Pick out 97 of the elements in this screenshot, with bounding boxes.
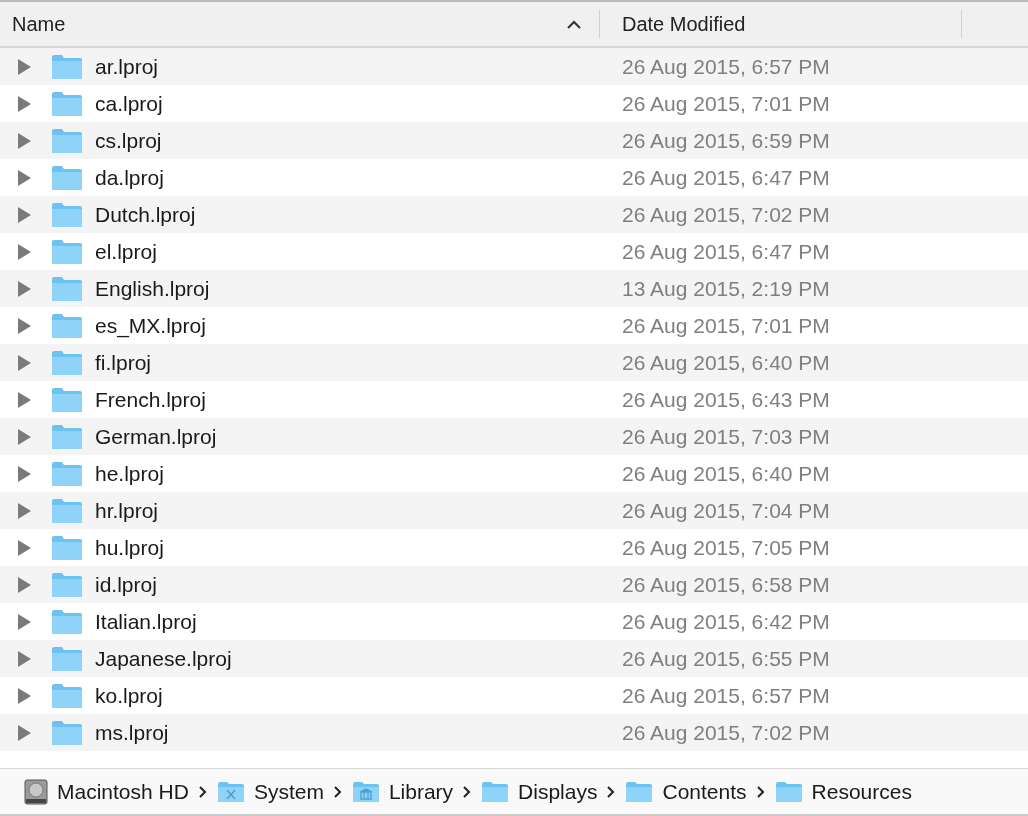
date-modified: 26 Aug 2015, 7:03 PM (621, 424, 830, 449)
folder-icon (51, 312, 83, 339)
path-item[interactable]: Resources (774, 779, 912, 804)
file-name: Japanese.lproj (95, 646, 232, 671)
path-item[interactable]: System (216, 779, 324, 804)
disclosure-triangle-icon[interactable] (17, 539, 31, 556)
file-name: el.lproj (95, 239, 157, 264)
disclosure-triangle-icon[interactable] (17, 243, 31, 260)
file-name: Dutch.lproj (95, 202, 196, 227)
file-name: da.lproj (95, 165, 164, 190)
folder-icon (51, 201, 83, 228)
date-modified: 26 Aug 2015, 7:02 PM (621, 720, 830, 745)
file-name: hr.lproj (95, 498, 159, 523)
folder-icon (51, 719, 83, 746)
disclosure-triangle-icon[interactable] (17, 613, 31, 630)
folder-icon (51, 386, 83, 413)
folder-icon (51, 349, 83, 376)
file-name: ms.lproj (95, 720, 169, 745)
disclosure-triangle-icon[interactable] (17, 428, 31, 445)
folder-icon (51, 534, 83, 561)
file-name: English.lproj (95, 276, 210, 301)
file-name: French.lproj (95, 387, 206, 412)
folder-icon (51, 571, 83, 598)
disclosure-triangle-icon[interactable] (17, 95, 31, 112)
date-modified: 26 Aug 2015, 6:43 PM (621, 387, 830, 412)
path-item[interactable]: Macintosh HD (24, 778, 189, 805)
chevron-icon (463, 785, 472, 798)
file-name: hu.lproj (95, 535, 164, 560)
disclosure-triangle-icon[interactable] (17, 502, 31, 519)
date-modified: 26 Aug 2015, 6:40 PM (621, 350, 830, 375)
disclosure-triangle-icon[interactable] (17, 280, 31, 297)
date-modified: 26 Aug 2015, 6:47 PM (621, 239, 830, 264)
disclosure-triangle-icon[interactable] (17, 465, 31, 482)
file-name: German.lproj (95, 424, 217, 449)
folder-icon (51, 275, 83, 302)
disclosure-triangle-icon[interactable] (17, 650, 31, 667)
folder-icon (51, 164, 83, 191)
date-modified: 26 Aug 2015, 6:47 PM (621, 165, 830, 190)
folder-icon (51, 238, 83, 265)
file-name: es_MX.lproj (95, 313, 206, 338)
chevron-icon (198, 785, 207, 798)
date-modified: 26 Aug 2015, 6:58 PM (621, 572, 830, 597)
date-modified: 26 Aug 2015, 7:01 PM (621, 313, 830, 338)
file-name: he.lproj (95, 461, 164, 486)
date-modified: 26 Aug 2015, 6:57 PM (621, 54, 830, 79)
date-modified: 26 Aug 2015, 6:59 PM (621, 128, 830, 153)
file-name: cs.lproj (95, 128, 162, 153)
disclosure-triangle-icon[interactable] (17, 206, 31, 223)
folder-icon (51, 497, 83, 524)
date-modified: 26 Aug 2015, 6:55 PM (621, 646, 830, 671)
column-header[interactable]: Date Modified (600, 10, 962, 38)
date-modified: 13 Aug 2015, 2:19 PM (621, 276, 830, 301)
folder-icon (481, 780, 510, 803)
date-modified: 26 Aug 2015, 7:02 PM (621, 202, 830, 227)
file-name: ca.lproj (95, 91, 163, 116)
disclosure-triangle-icon[interactable] (17, 58, 31, 75)
disclosure-triangle-icon[interactable] (17, 317, 31, 334)
disclosure-triangle-icon[interactable] (17, 687, 31, 704)
disclosure-triangle-icon[interactable] (17, 724, 31, 741)
disclosure-triangle-icon[interactable] (17, 576, 31, 593)
date-modified: 26 Aug 2015, 7:05 PM (621, 535, 830, 560)
folder-icon (351, 780, 380, 803)
folder-icon (51, 53, 83, 80)
path-item[interactable]: Contents (625, 779, 747, 804)
hard-drive-icon (24, 778, 48, 805)
file-name: ar.lproj (95, 54, 159, 79)
path-item[interactable]: Library (351, 779, 454, 804)
chevron-icon (607, 785, 616, 798)
disclosure-triangle-icon[interactable] (17, 169, 31, 186)
date-modified: 26 Aug 2015, 6:40 PM (621, 461, 830, 486)
folder-icon (51, 645, 83, 672)
column-label: Date Modified (622, 12, 746, 36)
date-modified: 26 Aug 2015, 6:57 PM (621, 683, 830, 708)
column-header[interactable]: Name (0, 10, 600, 38)
path-item[interactable]: Displays (481, 779, 598, 804)
date-modified: 26 Aug 2015, 6:42 PM (621, 609, 830, 634)
disclosure-triangle-icon[interactable] (17, 354, 31, 371)
chevron-icon (333, 785, 342, 798)
folder-icon (51, 608, 83, 635)
column-label: Name (12, 12, 66, 36)
folder-icon (625, 780, 654, 803)
folder-icon (774, 780, 803, 803)
file-name: fi.lproj (95, 350, 152, 375)
disclosure-triangle-icon[interactable] (17, 391, 31, 408)
file-name: id.lproj (95, 572, 157, 597)
folder-icon (51, 127, 83, 154)
folder-icon (51, 90, 83, 117)
folder-icon (51, 460, 83, 487)
date-modified: 26 Aug 2015, 7:04 PM (621, 498, 830, 523)
folder-icon (51, 682, 83, 709)
file-name: ko.lproj (95, 683, 163, 708)
chevron-icon (756, 785, 765, 798)
folder-icon (216, 780, 245, 803)
disclosure-triangle-icon[interactable] (17, 132, 31, 149)
file-name: Italian.lproj (95, 609, 197, 634)
date-modified: 26 Aug 2015, 7:01 PM (621, 91, 830, 116)
folder-icon (51, 423, 83, 450)
